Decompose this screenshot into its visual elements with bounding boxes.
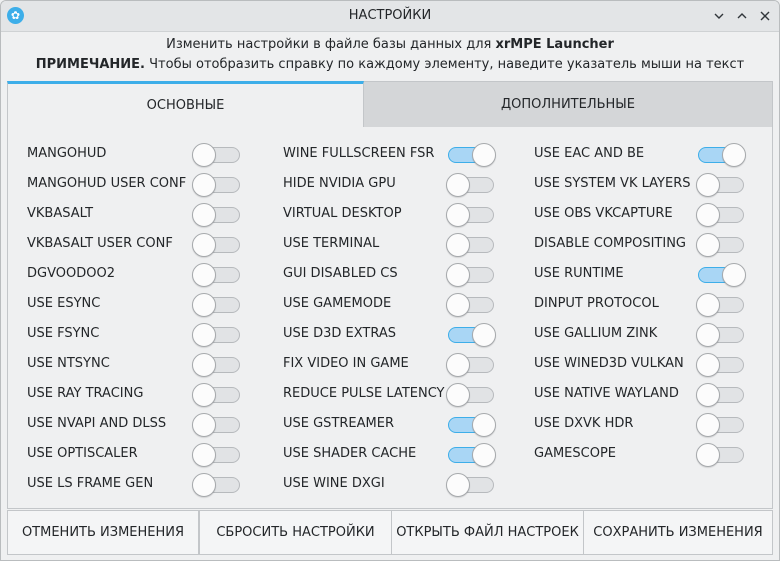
- note-text: Чтобы отобразить справку по каждому элем…: [149, 57, 745, 72]
- toggle-switch[interactable]: [696, 173, 746, 197]
- option-row: USE GALLIUM ZINK: [8, 322, 768, 347]
- minimize-icon[interactable]: [709, 6, 729, 26]
- options-panel: MANGOHUD MANGOHUD USER CONF VKBASALT VKBASA…: [7, 127, 773, 509]
- toggle-knob: [696, 383, 720, 407]
- save-changes-button[interactable]: СОХРАНИТЬ ИЗМЕНЕНИЯ: [583, 510, 773, 555]
- option-label: USE GALLIUM ZINK: [534, 326, 658, 341]
- option-row: USE WINED3D VULKAN: [8, 352, 768, 377]
- cancel-changes-button[interactable]: ОТМЕНИТЬ ИЗМЕНЕНИЯ: [7, 510, 199, 555]
- tab-advanced[interactable]: ДОПОЛНИТЕЛЬНЫЕ: [364, 81, 773, 127]
- option-row: DISABLE COMPOSITING: [8, 232, 768, 257]
- toggle-knob: [696, 323, 720, 347]
- toggle-knob: [722, 263, 746, 287]
- toggle-knob: [696, 353, 720, 377]
- option-row: USE EAC AND BE: [8, 142, 768, 167]
- toggle-switch[interactable]: [696, 293, 746, 317]
- option-label: USE SYSTEM VK LAYERS: [534, 176, 691, 191]
- reset-settings-button[interactable]: СБРОСИТЬ НАСТРОЙКИ: [199, 510, 392, 555]
- info-text: Изменить настройки в файле базы данных д…: [166, 37, 492, 52]
- option-row: GAMESCOPE: [8, 442, 768, 467]
- toggle-switch[interactable]: [696, 443, 746, 467]
- open-settings-file-button[interactable]: ОТКРЫТЬ ФАЙЛ НАСТРОЕК: [391, 510, 584, 555]
- toggle-switch[interactable]: [696, 383, 746, 407]
- settings-window: ✿ НАСТРОЙКИ Изменить настройки в файле б…: [0, 0, 780, 561]
- option-label: USE OBS VKCAPTURE: [534, 206, 673, 221]
- option-label: USE DXVK HDR: [534, 416, 634, 431]
- option-row: USE OBS VKCAPTURE: [8, 202, 768, 227]
- option-label: USE WINE DXGI: [283, 476, 385, 491]
- window-title: НАСТРОЙКИ: [348, 8, 432, 23]
- option-row: USE NATIVE WAYLAND: [8, 382, 768, 407]
- app-name: xrMPE Launcher: [495, 37, 614, 52]
- info-line: Изменить настройки в файле базы данных д…: [1, 37, 779, 52]
- toggle-switch[interactable]: [696, 353, 746, 377]
- toggle-knob: [722, 143, 746, 167]
- note-label: ПРИМЕЧАНИЕ.: [35, 57, 145, 72]
- toggle-knob: [696, 443, 720, 467]
- toggle-switch[interactable]: [696, 203, 746, 227]
- toggle-knob: [696, 233, 720, 257]
- option-row: USE WINE DXGI: [8, 472, 768, 497]
- toggle-knob: [446, 473, 470, 497]
- toggle-switch[interactable]: [696, 413, 746, 437]
- toggle-switch[interactable]: [696, 263, 746, 287]
- button-bar: ОТМЕНИТЬ ИЗМЕНЕНИЯ СБРОСИТЬ НАСТРОЙКИ ОТ…: [7, 510, 773, 556]
- option-label: DINPUT PROTOCOL: [534, 296, 659, 311]
- toggle-switch[interactable]: [696, 323, 746, 347]
- maximize-icon[interactable]: [732, 6, 752, 26]
- option-label: DISABLE COMPOSITING: [534, 236, 686, 251]
- tab-main[interactable]: ОСНОВНЫЕ: [7, 81, 364, 127]
- option-row: USE SYSTEM VK LAYERS: [8, 172, 768, 197]
- toggle-switch[interactable]: [446, 473, 496, 497]
- option-row: USE DXVK HDR: [8, 412, 768, 437]
- toggle-switch[interactable]: [696, 143, 746, 167]
- option-label: USE WINED3D VULKAN: [534, 356, 684, 371]
- option-label: USE NATIVE WAYLAND: [534, 386, 679, 401]
- note-line: ПРИМЕЧАНИЕ. Чтобы отобразить справку по …: [1, 57, 779, 72]
- option-label: GAMESCOPE: [534, 446, 617, 461]
- toggle-knob: [696, 173, 720, 197]
- tab-bar: ОСНОВНЫЕ ДОПОЛНИТЕЛЬНЫЕ: [7, 81, 773, 127]
- option-row: DINPUT PROTOCOL: [8, 292, 768, 317]
- option-label: USE RUNTIME: [534, 266, 624, 281]
- toggle-switch[interactable]: [696, 233, 746, 257]
- option-label: USE EAC AND BE: [534, 146, 645, 161]
- close-icon[interactable]: [755, 6, 775, 26]
- toggle-knob: [696, 293, 720, 317]
- option-row: USE RUNTIME: [8, 262, 768, 287]
- title-bar: ✿ НАСТРОЙКИ: [1, 1, 779, 32]
- toggle-knob: [696, 413, 720, 437]
- toggle-knob: [696, 203, 720, 227]
